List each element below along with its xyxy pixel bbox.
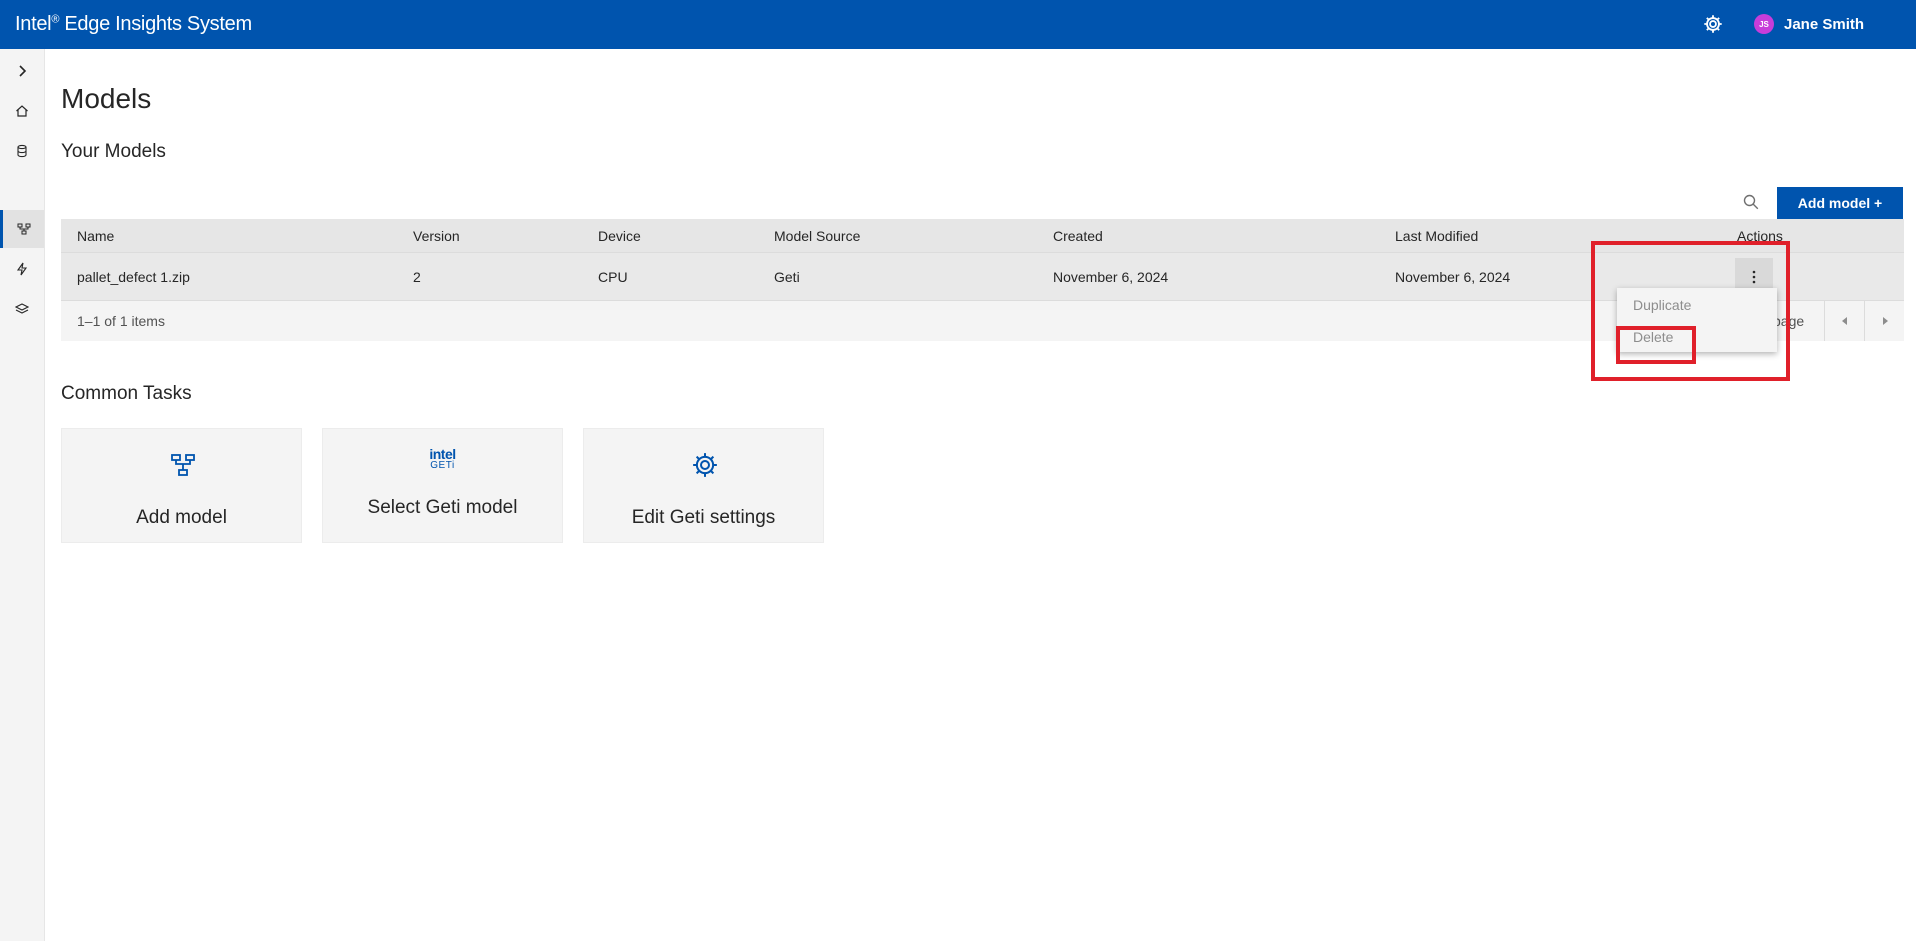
task-card-label: Select Geti model (367, 497, 518, 518)
column-header-actions: Actions (1737, 227, 1783, 244)
settings-gear-icon[interactable] (1702, 13, 1724, 35)
brand-registered-mark: ® (51, 13, 60, 26)
pagination-item-count: 1–1 of 1 items (77, 313, 165, 329)
brand-prefix: Intel (15, 13, 52, 35)
column-header-created[interactable]: Created (1053, 228, 1103, 244)
database-icon (17, 144, 27, 158)
column-header-name[interactable]: Name (77, 228, 114, 244)
sidebar-item-data[interactable] (0, 132, 44, 170)
menu-item-delete[interactable]: Delete (1633, 329, 1673, 345)
pagination-page-label: page (1773, 313, 1805, 329)
model-network-icon (171, 454, 195, 476)
top-bar: Intel® Edge Insights System JS Jane Smit… (0, 0, 1916, 49)
search-icon[interactable] (1742, 193, 1760, 211)
menu-item-duplicate[interactable]: Duplicate (1633, 297, 1691, 313)
sidebar-item-home[interactable] (0, 92, 44, 130)
cell-model-source: Geti (774, 268, 800, 285)
cell-device: CPU (598, 268, 628, 285)
column-header-last-modified[interactable]: Last Modified (1395, 228, 1478, 244)
column-header-version[interactable]: Version (413, 228, 460, 244)
lightning-icon (16, 262, 28, 276)
gear-icon (693, 453, 717, 477)
row-actions-menu: Duplicate Delete (1617, 288, 1777, 352)
next-page-icon[interactable] (1864, 301, 1905, 341)
avatar: JS (1754, 14, 1774, 34)
sidebar (0, 49, 45, 941)
common-tasks-heading: Common Tasks (61, 383, 192, 404)
home-icon (16, 105, 28, 117)
sidebar-item-layers[interactable] (0, 290, 44, 328)
cell-last-modified: November 6, 2024 (1395, 268, 1511, 285)
task-card-label: Add model (136, 507, 227, 528)
brand-suffix: Edge Insights System (59, 13, 252, 35)
layers-icon (15, 303, 29, 314)
prev-page-icon[interactable] (1824, 301, 1865, 341)
task-card-add-model[interactable]: Add model (61, 428, 302, 543)
cell-created: November 6, 2024 (1053, 268, 1169, 285)
app-brand: Intel® Edge Insights System (15, 13, 252, 36)
sidebar-item-events[interactable] (0, 250, 44, 288)
user-name: Jane Smith (1784, 15, 1865, 33)
cell-name: pallet_defect 1.zip (77, 268, 190, 285)
column-header-model-source[interactable]: Model Source (774, 228, 860, 244)
your-models-heading: Your Models (61, 141, 166, 162)
cell-version: 2 (413, 268, 421, 285)
sidebar-expand-chevron-icon[interactable] (0, 52, 44, 90)
table-header: Name Version Device Model Source Created… (61, 219, 1904, 252)
model-network-icon (17, 223, 30, 235)
intel-geti-logo: intel GETi (429, 446, 456, 471)
column-header-device[interactable]: Device (598, 228, 641, 244)
page-title: Models (61, 83, 152, 114)
add-model-button[interactable]: Add model + (1777, 187, 1903, 219)
sidebar-item-models[interactable] (0, 210, 44, 248)
task-card-select-geti-model[interactable]: intel GETi Select Geti model (322, 428, 563, 543)
task-card-edit-geti-settings[interactable]: Edit Geti settings (583, 428, 824, 543)
task-card-label: Edit Geti settings (631, 507, 776, 528)
user-menu[interactable]: JS Jane Smith (1754, 14, 1864, 34)
